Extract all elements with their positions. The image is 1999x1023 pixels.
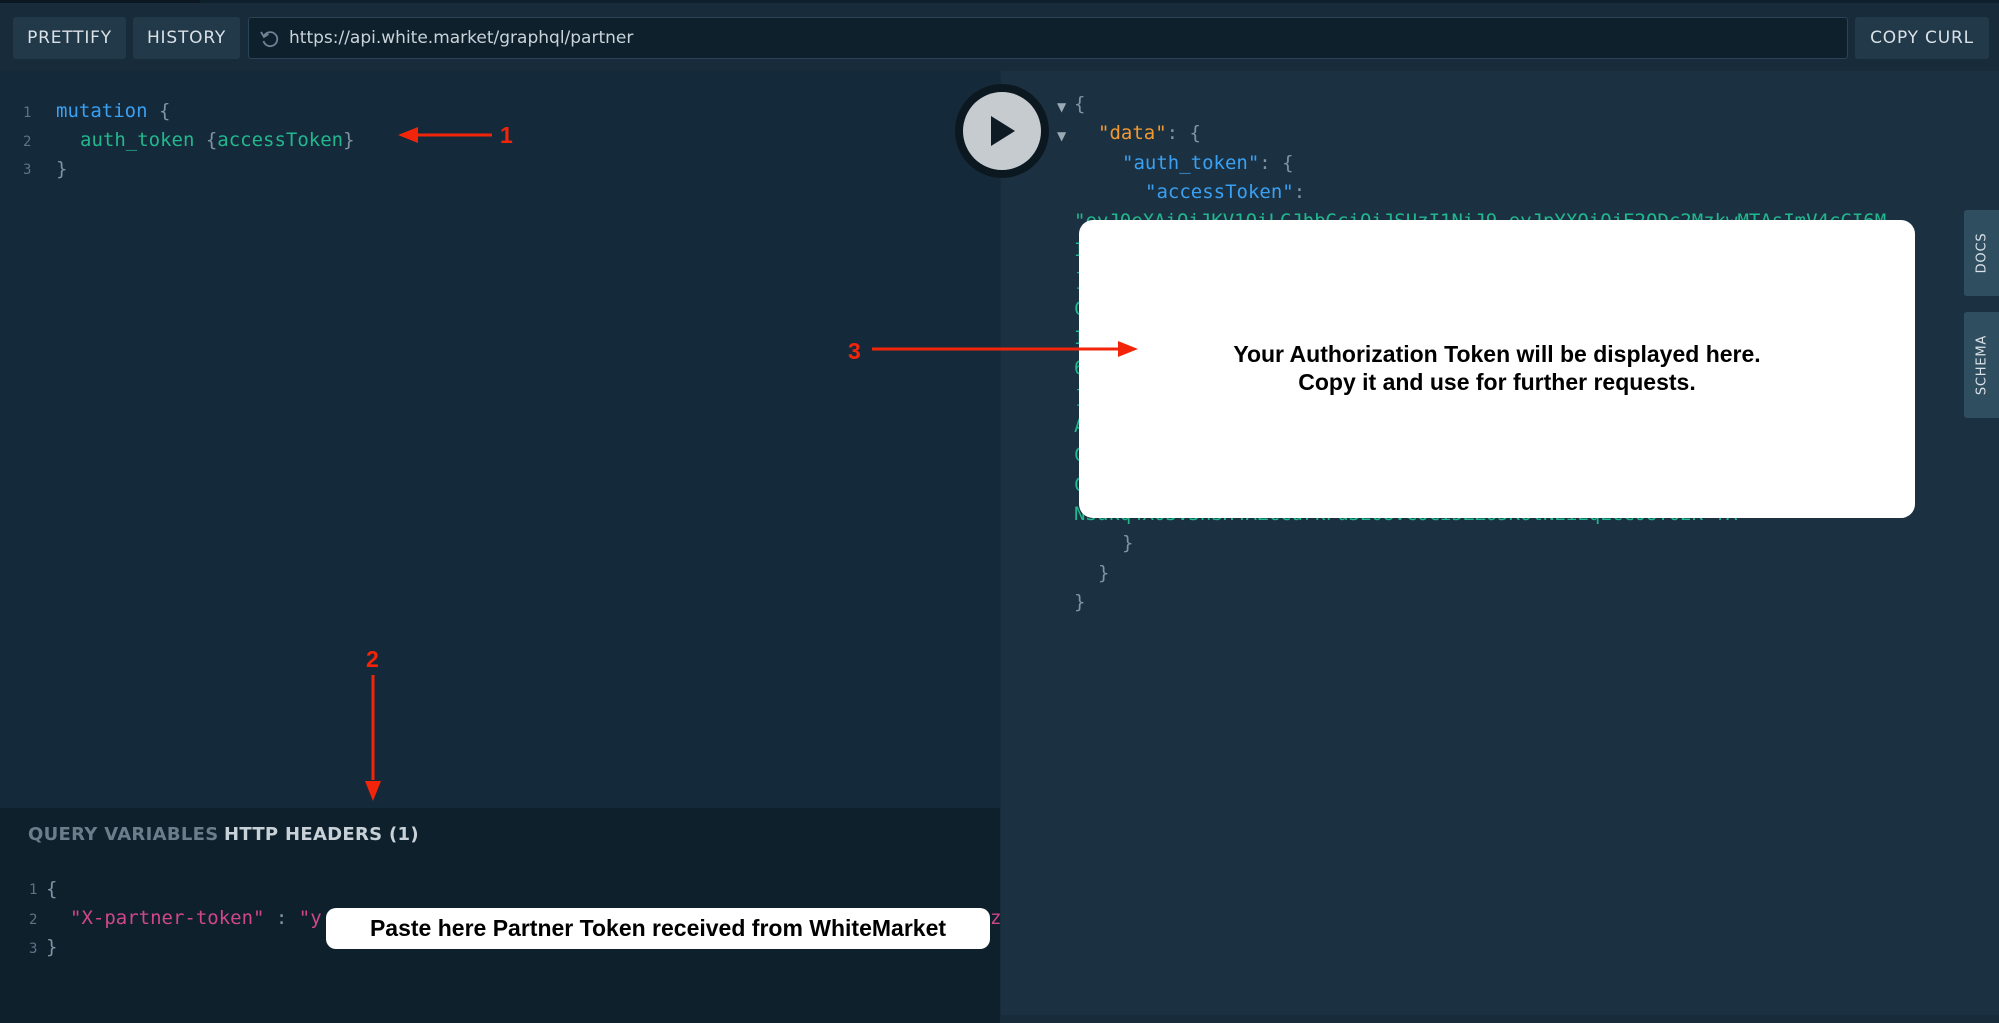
graphiql-app: PRETTIFY HISTORY https://api.white.marke…: [0, 0, 1999, 1023]
annotation-arrow-3: [872, 341, 1138, 357]
annotation-arrow-1: [398, 127, 492, 143]
annotation-arrow-2: [365, 675, 381, 801]
annotation-arrows: [365, 127, 1138, 801]
